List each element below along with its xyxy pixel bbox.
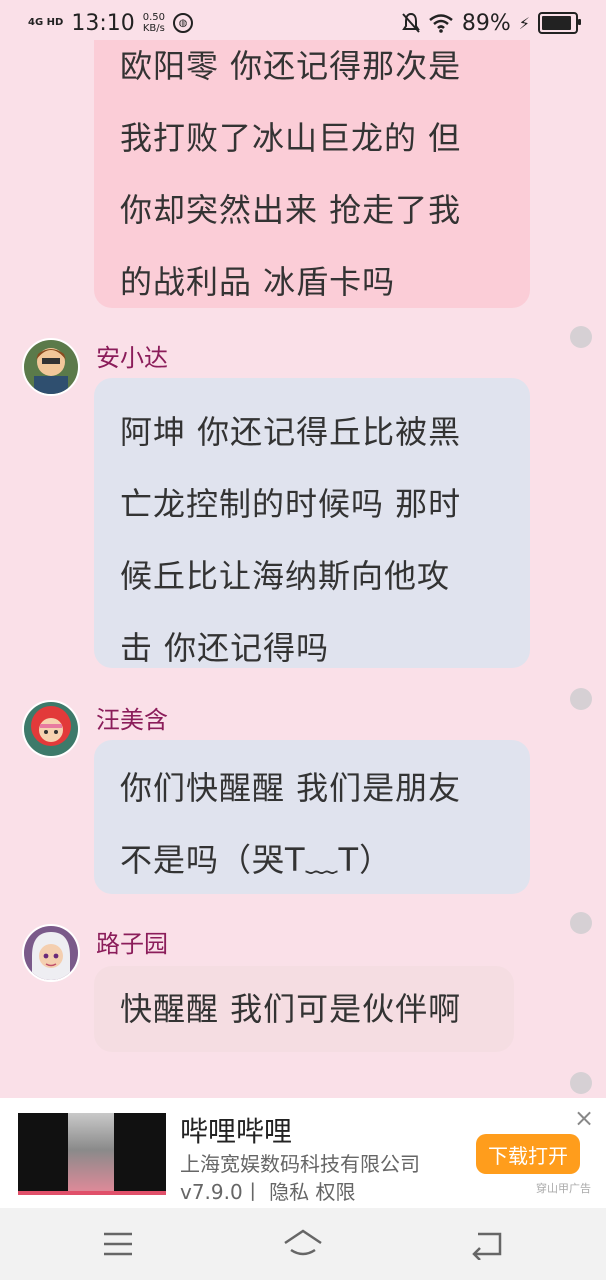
message-line: 候丘比让海纳斯向他攻 xyxy=(120,557,451,595)
message-bubble[interactable]: 你们快醒醒 我们是朋友 不是吗（哭T﹏T） xyxy=(94,740,530,894)
message-line: 你们快醒醒 我们是朋友 xyxy=(120,769,462,807)
silent-bell-icon xyxy=(401,12,420,33)
status-dot xyxy=(570,912,592,934)
message-bubble[interactable]: 快醒醒 我们可是伙伴啊 xyxy=(94,966,514,1052)
status-dot xyxy=(570,1072,592,1094)
ad-banner[interactable]: 哔哩哔哩 上海宽娱数码科技有限公司 v7.9.0丨 隐私 权限 下载打开 × 穿… xyxy=(0,1098,606,1208)
sender-name: 路子园 xyxy=(96,930,168,958)
ad-thumbnail[interactable] xyxy=(18,1113,166,1195)
message-line: 你却突然出来 抢走了我 xyxy=(120,191,462,229)
navigation-bar xyxy=(0,1208,606,1280)
battery-icon xyxy=(538,12,581,34)
wifi-icon xyxy=(429,14,453,33)
network-speed: 0.50 KB/s xyxy=(142,12,165,34)
ad-meta[interactable]: v7.9.0丨 隐私 权限 xyxy=(180,1176,355,1205)
back-icon[interactable] xyxy=(470,1228,506,1260)
status-dot xyxy=(570,326,592,348)
message-line: 击 你还记得吗 xyxy=(120,629,330,667)
avatar[interactable] xyxy=(22,338,80,396)
network-type: 4G HD xyxy=(28,17,64,28)
download-open-button[interactable]: 下载打开 xyxy=(476,1134,580,1174)
message-line: 快醒醒 我们可是伙伴啊 xyxy=(120,990,462,1028)
message-bubble[interactable]: 欧阳零 你还记得那次是 我打败了冰山巨龙的 但 你却突然出来 抢走了我 的战利品… xyxy=(94,40,530,308)
ad-company: 上海宽娱数码科技有限公司 xyxy=(180,1152,420,1176)
charging-icon: ⚡ xyxy=(518,13,530,33)
message-bubble[interactable]: 阿坤 你还记得丘比被黑 亡龙控制的时候吗 那时 候丘比让海纳斯向他攻 击 你还记… xyxy=(94,378,530,668)
menu-icon[interactable] xyxy=(100,1228,136,1260)
avatar[interactable] xyxy=(22,924,80,982)
status-dot xyxy=(570,688,592,710)
ad-source-tag: 穿山甲广告 xyxy=(536,1182,591,1195)
home-icon[interactable] xyxy=(282,1228,324,1260)
message-line: 阿坤 你还记得丘比被黑 xyxy=(120,413,462,451)
close-icon[interactable]: × xyxy=(574,1104,594,1132)
message-line: 的战利品 冰盾卡吗 xyxy=(120,263,396,301)
sender-name: 安小达 xyxy=(96,344,168,372)
notification-icon: ◍ xyxy=(173,13,193,33)
battery-percent: 89% xyxy=(461,10,511,36)
message-line: 不是吗（哭T﹏T） xyxy=(120,841,393,879)
message-line: 欧阳零 你还记得那次是 xyxy=(120,47,462,85)
ad-title: 哔哩哔哩 xyxy=(180,1115,293,1148)
message-line: 我打败了冰山巨龙的 但 xyxy=(120,119,462,157)
avatar[interactable] xyxy=(22,700,80,758)
clock: 13:10 xyxy=(71,10,135,36)
message-line: 亡龙控制的时候吗 那时 xyxy=(120,485,462,523)
sender-name: 汪美含 xyxy=(96,706,168,734)
